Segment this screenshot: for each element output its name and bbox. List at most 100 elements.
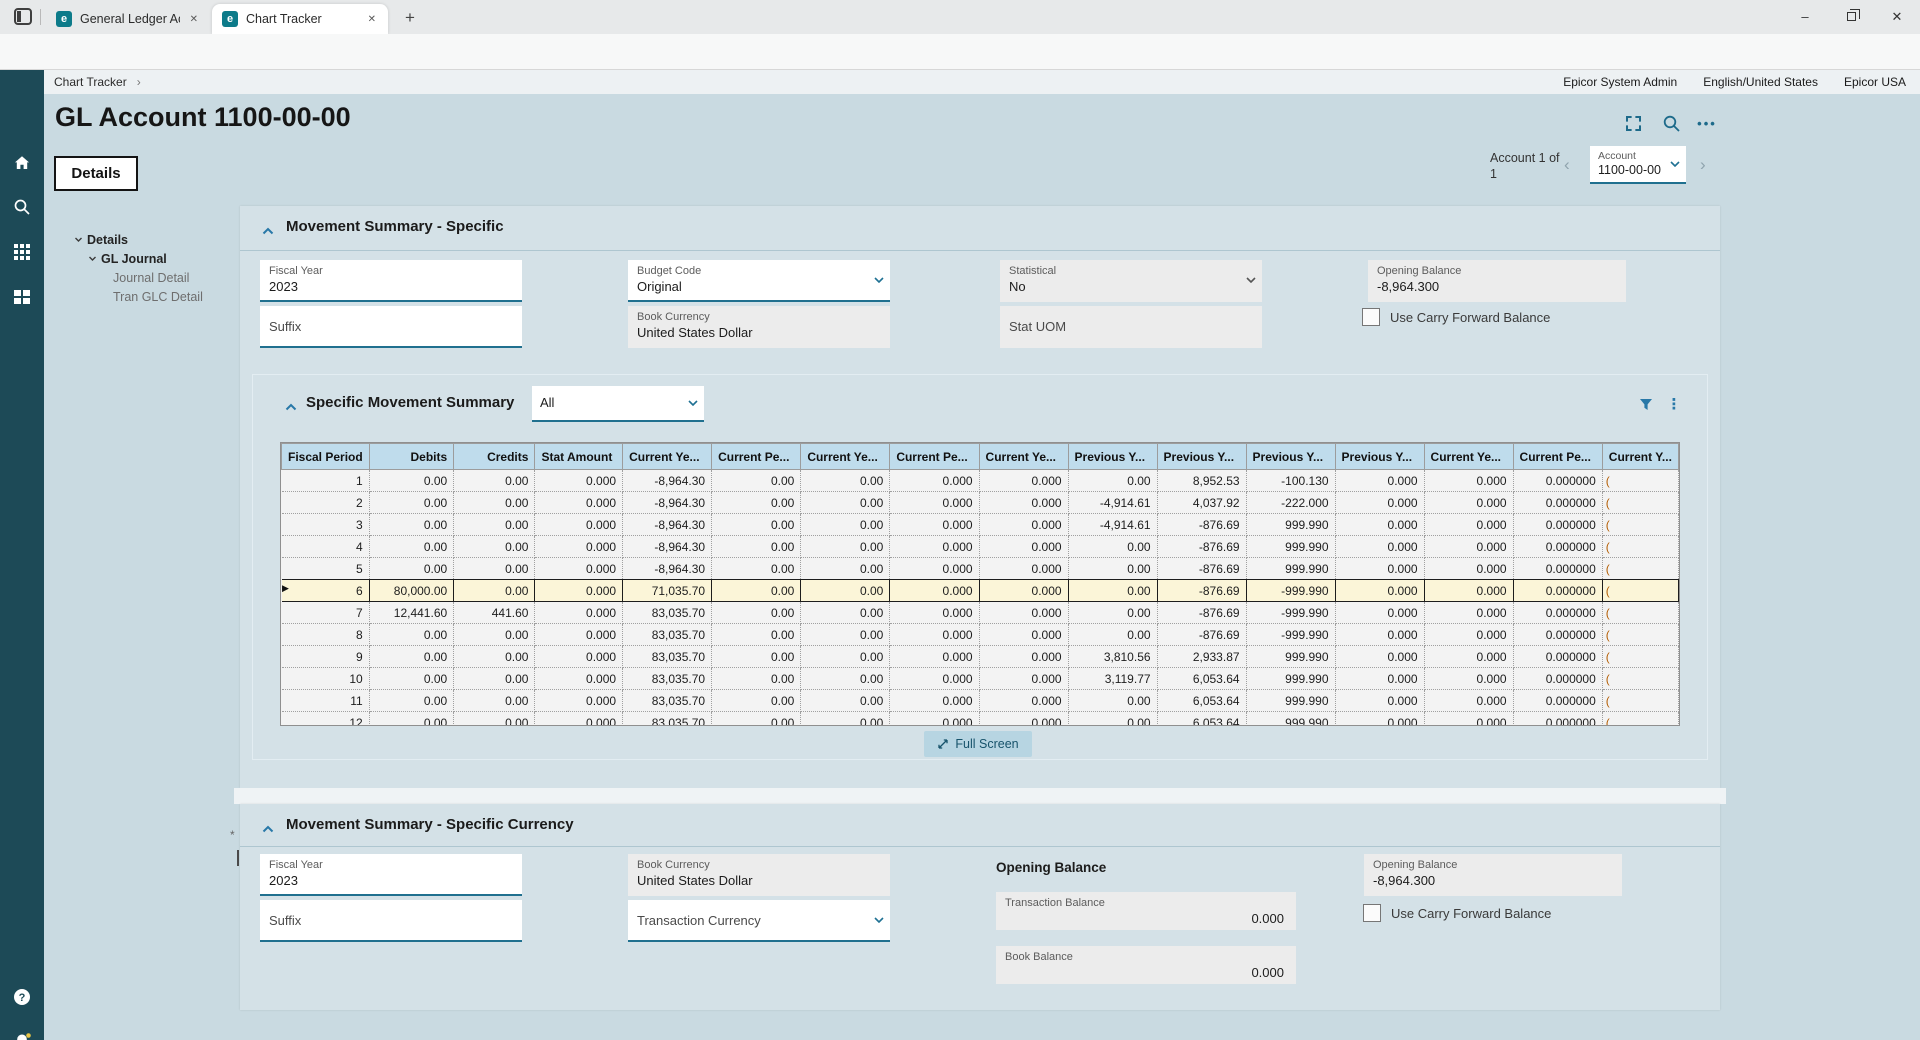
grid-cell[interactable]: 0.000 [1335,580,1424,602]
grid-cell[interactable]: 3 [282,514,370,536]
grid-cell[interactable]: -876.69 [1157,536,1246,558]
grid-cell[interactable]: 0.00 [369,624,453,646]
page-search-icon[interactable] [1660,112,1682,134]
grid-cell[interactable]: 0.00 [454,492,535,514]
grid-cell[interactable]: 0.00 [454,712,535,727]
grid-cell[interactable]: 999.990 [1246,646,1335,668]
grid-cell[interactable]: 0.00 [369,646,453,668]
table-row[interactable]: 40.000.000.000-8,964.300.000.000.0000.00… [282,536,1679,558]
grid-cell[interactable]: ( [1602,712,1678,727]
grid-cell[interactable]: 0.000 [1335,624,1424,646]
grid-cell[interactable]: 83,035.70 [623,690,712,712]
tab-actions-icon[interactable] [14,8,32,25]
account-prev-icon[interactable]: ‹ [1564,155,1570,175]
grid-cell[interactable]: 0.00 [369,514,453,536]
grid-cell[interactable]: 0.000 [890,470,979,492]
grid-cell[interactable]: 10 [282,668,370,690]
grid-cell[interactable]: 999.990 [1246,514,1335,536]
grid-cell[interactable]: ( [1602,492,1678,514]
grid-cell[interactable]: 0.000 [535,558,623,580]
grid-cell[interactable]: 0.00 [712,514,801,536]
tree-expand-icon[interactable] [88,254,97,263]
grid-cell[interactable]: 0.00 [454,624,535,646]
budget-code-field[interactable]: Budget CodeOriginal [628,260,890,302]
grid-cell[interactable]: 0.000 [1424,580,1513,602]
grid-cell[interactable]: 0.00 [712,624,801,646]
grid-filter-select[interactable]: All [532,386,704,422]
grid-cell[interactable]: 0.000 [1335,558,1424,580]
grid-cell[interactable]: -876.69 [1157,624,1246,646]
grid-cell[interactable]: 0.00 [454,470,535,492]
grid-cell[interactable]: 1 [282,470,370,492]
grid-cell[interactable]: ( [1602,646,1678,668]
grid-cell[interactable]: 0.00 [454,580,535,602]
grid-cell[interactable]: 0.000 [535,536,623,558]
grid-cell[interactable]: 0.00 [454,536,535,558]
fiscal-year-field[interactable]: Fiscal Year2023 [260,854,522,896]
column-header[interactable]: Fiscal Period [282,444,370,470]
grid-cell[interactable]: 12,441.60 [369,602,453,624]
grid-cell[interactable]: 0.000 [979,558,1068,580]
grid-cell[interactable]: 0.000000 [1513,624,1602,646]
grid-cell[interactable]: 0.00 [1068,536,1157,558]
grid-cell[interactable]: 0.000 [979,536,1068,558]
grid-cell[interactable]: ( [1602,668,1678,690]
tree-item-gl-journal[interactable]: GL Journal [56,249,246,268]
column-header[interactable]: Previous Y... [1068,444,1157,470]
window-restore-button[interactable] [1828,0,1874,33]
browser-tab-general-ledger-account[interactable]: e General Ledger Account ✕ [46,4,210,34]
grid-cell[interactable]: 0.000000 [1513,602,1602,624]
grid-cell[interactable]: 0.000 [979,580,1068,602]
table-row[interactable]: 20.000.000.000-8,964.300.000.000.0000.00… [282,492,1679,514]
grid-cell[interactable]: 0.00 [801,712,890,727]
grid-cell[interactable]: 0.000000 [1513,668,1602,690]
grid-cell[interactable]: 0.00 [801,602,890,624]
grid-cell[interactable]: 0.000 [535,580,623,602]
grid-cell[interactable]: 0.000 [1424,470,1513,492]
search-icon[interactable] [13,198,31,216]
grid-cell[interactable]: 0.00 [454,514,535,536]
collapse-chevron-icon[interactable] [262,222,274,240]
grid-cell[interactable]: 4 [282,536,370,558]
grid-cell[interactable]: 2,933.87 [1157,646,1246,668]
grid-cell[interactable]: 0.000000 [1513,470,1602,492]
grid-cell[interactable]: 0.00 [1068,602,1157,624]
grid-cell[interactable]: 0.00 [801,514,890,536]
grid-cell[interactable]: 83,035.70 [623,624,712,646]
grid-cell[interactable]: 0.00 [454,558,535,580]
grid-cell[interactable]: 0.000000 [1513,646,1602,668]
grid-cell[interactable]: 0.000 [979,668,1068,690]
current-user-label[interactable]: Epicor System Admin [1563,75,1677,89]
grid-cell[interactable]: 0.00 [801,668,890,690]
grid-cell[interactable]: 0.000000 [1513,690,1602,712]
grid-cell[interactable]: 0.00 [801,690,890,712]
table-row[interactable]: 680,000.000.000.00071,035.700.000.000.00… [282,580,1679,602]
grid-cell[interactable]: 441.60 [454,602,535,624]
grid-cell[interactable]: 999.990 [1246,712,1335,727]
grid-cell[interactable]: 4,037.92 [1157,492,1246,514]
grid-cell[interactable]: 0.000 [890,668,979,690]
grid-cell[interactable]: 6 [282,580,370,602]
new-tab-button[interactable]: + [398,7,422,29]
column-header[interactable]: Current Pe... [1513,444,1602,470]
grid-cell[interactable]: 0.000 [1424,514,1513,536]
grid-cell[interactable]: 83,035.70 [623,646,712,668]
breadcrumb[interactable]: Chart Tracker [54,75,127,89]
grid-cell[interactable]: 0.00 [369,668,453,690]
grid-cell[interactable]: 7 [282,602,370,624]
table-row[interactable]: 712,441.60441.600.00083,035.700.000.000.… [282,602,1679,624]
grid-cell[interactable]: 0.00 [801,624,890,646]
grid-cell[interactable]: 0.000 [890,580,979,602]
use-carry-forward-checkbox[interactable] [1363,904,1381,922]
grid-cell[interactable]: -8,964.30 [623,470,712,492]
grid-cell[interactable]: 0.000 [1335,712,1424,727]
account-next-icon[interactable]: › [1700,155,1706,175]
grid-cell[interactable]: 6,053.64 [1157,712,1246,727]
tab-close-icon[interactable]: ✕ [366,14,378,25]
column-header[interactable]: Previous Y... [1335,444,1424,470]
grid-cell[interactable]: ( [1602,514,1678,536]
grid-cell[interactable]: 0.00 [1068,712,1157,727]
grid-cell[interactable]: 0.000 [1424,690,1513,712]
grid-cell[interactable]: 0.000000 [1513,536,1602,558]
grid-cell[interactable]: 0.000 [1424,558,1513,580]
